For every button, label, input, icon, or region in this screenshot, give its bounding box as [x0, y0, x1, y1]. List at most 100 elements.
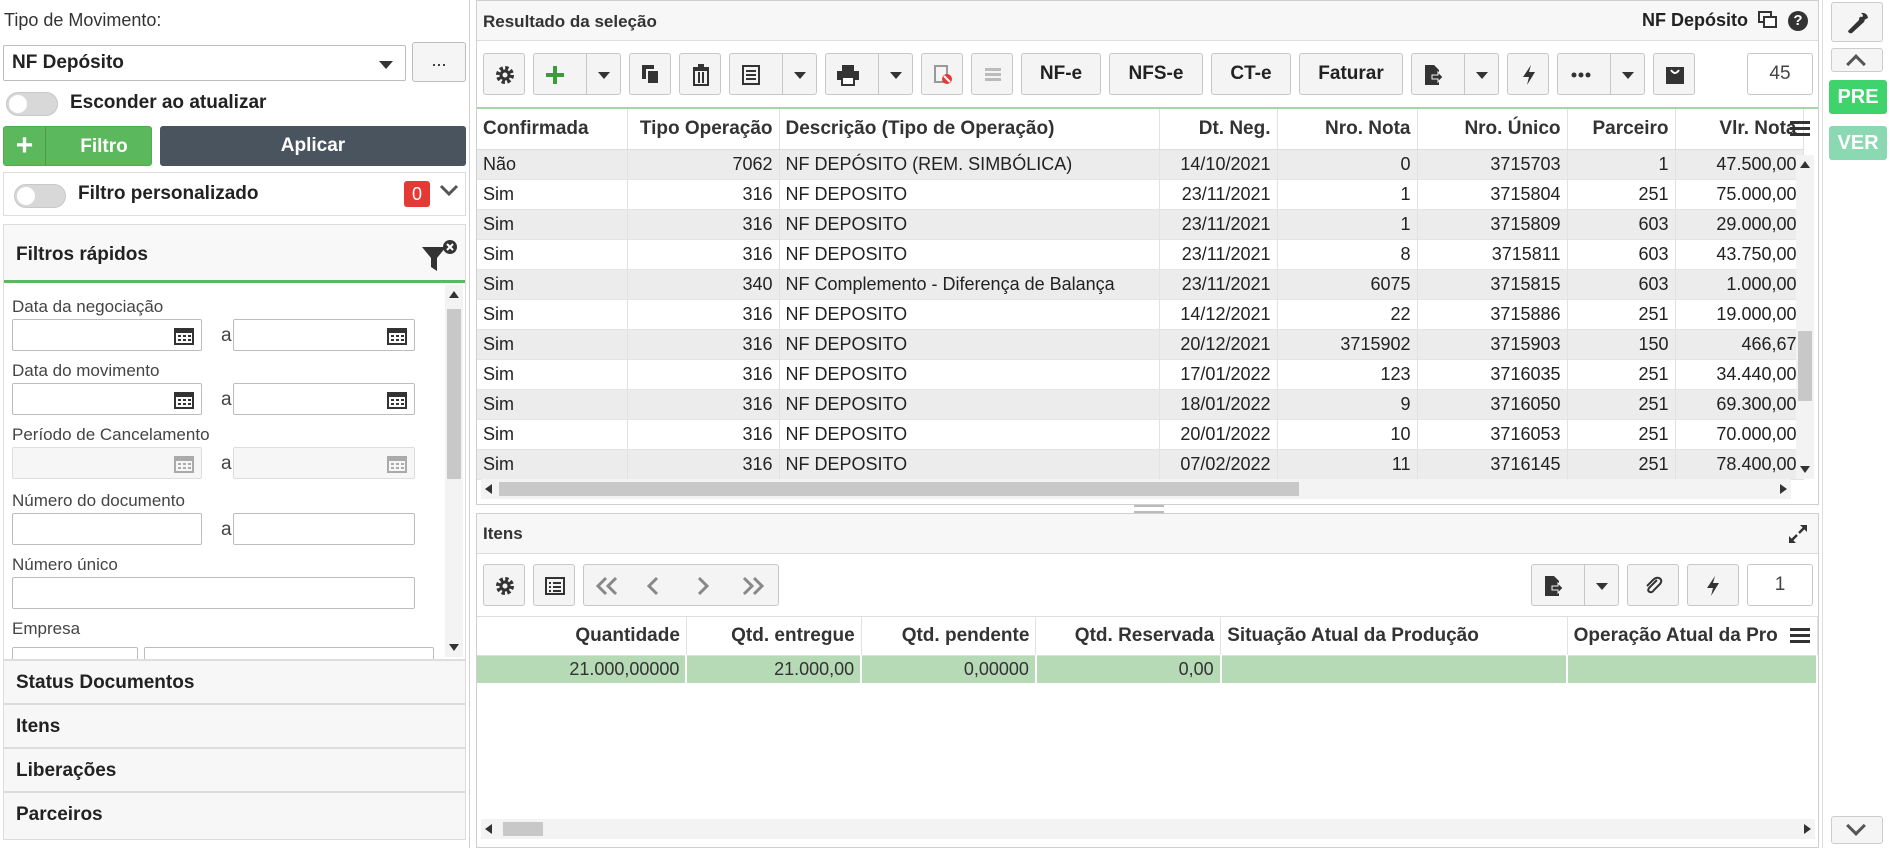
nfe-button[interactable]: NF-e — [1021, 53, 1101, 95]
periodo-cancelamento-inicio-input[interactable] — [12, 447, 202, 479]
data-movimento-inicio-input[interactable] — [12, 383, 202, 415]
attachment-button[interactable] — [1627, 564, 1679, 606]
scrollbar-thumb[interactable] — [1798, 331, 1812, 401]
print-button[interactable] — [825, 53, 913, 95]
itens-export-dropdown-caret[interactable] — [1584, 565, 1618, 605]
scroll-left-icon[interactable] — [485, 484, 492, 494]
scroll-up-icon[interactable] — [449, 291, 459, 298]
cancel-document-button[interactable] — [921, 53, 963, 95]
data-negociacao-fim-input[interactable] — [233, 319, 415, 351]
window-copy-icon[interactable] — [1758, 11, 1778, 34]
clear-filter-funnel-icon[interactable] — [420, 239, 458, 282]
table-row[interactable]: 21.000,00000 21.000,00 0,00000 0,00 — [477, 655, 1818, 683]
stack-button[interactable] — [971, 53, 1013, 95]
settings-button[interactable] — [483, 53, 525, 95]
empresa-code-input[interactable] — [12, 647, 138, 659]
splitter-grip[interactable] — [1134, 505, 1164, 513]
tipo-movimento-select[interactable]: NF Depósito — [3, 45, 406, 81]
calendar-icon[interactable] — [174, 391, 194, 414]
itens-settings-button[interactable] — [483, 564, 525, 606]
itens-export-button[interactable] — [1531, 564, 1619, 606]
table-row[interactable]: Sim 316 NF DEPOSITO 23/11/2021 1 3715809 603 29… — [477, 209, 1804, 240]
column-header-vlr-nota[interactable]: Vlr. Nota — [1675, 109, 1804, 150]
export-button[interactable] — [1411, 53, 1499, 95]
accordion-liberacoes[interactable]: Liberações — [3, 748, 466, 792]
scrollbar-thumb[interactable] — [503, 822, 543, 836]
tipo-movimento-more-button[interactable]: ... — [412, 42, 466, 82]
layout-dropdown-caret[interactable] — [782, 54, 816, 94]
expand-icon[interactable] — [1788, 524, 1808, 549]
itens-actions-button[interactable] — [1687, 564, 1739, 606]
previous-page-icon[interactable] — [644, 575, 662, 597]
print-dropdown-caret[interactable] — [878, 54, 912, 94]
tools-button[interactable] — [1831, 2, 1883, 42]
column-header-situacao-producao[interactable]: Situação Atual da Produção — [1220, 617, 1568, 656]
grid-horizontal-scrollbar[interactable] — [481, 479, 1791, 499]
ver-button[interactable]: VER — [1829, 126, 1887, 160]
column-header-dt-neg[interactable]: Dt. Neg. — [1159, 109, 1278, 150]
numero-documento-inicio-input[interactable] — [12, 513, 202, 545]
column-header-qtd-reservada[interactable]: Qtd. Reservada — [1035, 617, 1222, 656]
bag-button[interactable] — [1653, 53, 1695, 95]
column-header-qtd-entregue[interactable]: Qtd. entregue — [686, 617, 862, 656]
duplicate-button[interactable] — [629, 53, 671, 95]
table-row[interactable]: Sim 340 NF Complemento - Diferença de Bala… — [477, 269, 1804, 300]
layout-button[interactable] — [729, 53, 817, 95]
column-header-tipo-operacao[interactable]: Tipo Operação — [627, 109, 780, 150]
table-row[interactable]: Sim 316 NF DEPOSITO 20/01/2022 10 3716053 251 7… — [477, 419, 1804, 450]
table-row[interactable]: Sim 316 NF DEPOSITO 23/11/2021 8 3715811 603 43… — [477, 239, 1804, 270]
last-page-icon[interactable] — [740, 575, 766, 597]
column-menu-icon[interactable] — [1790, 119, 1810, 142]
faturar-button[interactable]: Faturar — [1299, 53, 1403, 95]
scroll-down-icon[interactable] — [1800, 466, 1810, 473]
grid-vertical-scrollbar[interactable] — [1796, 155, 1814, 479]
help-icon[interactable]: ? — [1788, 11, 1808, 31]
table-row[interactable]: Sim 316 NF DEPOSITO 14/12/2021 22 3715886 251 1… — [477, 299, 1804, 330]
calendar-icon[interactable] — [387, 327, 407, 350]
scroll-up-icon[interactable] — [1800, 161, 1810, 168]
table-row[interactable]: Sim 316 NF DEPOSITO 07/02/2022 11 3716145 251 7… — [477, 449, 1804, 480]
actions-button[interactable] — [1507, 53, 1549, 95]
filtro-personalizado-toggle[interactable] — [14, 184, 66, 208]
column-header-nro-unico[interactable]: Nro. Único — [1417, 109, 1568, 150]
itens-horizontal-scrollbar[interactable] — [481, 819, 1815, 839]
table-row[interactable]: Sim 316 NF DEPOSITO 23/11/2021 1 3715804 251 75… — [477, 179, 1804, 210]
scroll-down-icon[interactable] — [449, 644, 459, 651]
itens-page-size-input[interactable]: 1 — [1747, 564, 1813, 606]
column-header-qtd-pendente[interactable]: Qtd. pendente — [861, 617, 1037, 656]
scrollbar-thumb[interactable] — [499, 482, 1299, 496]
cte-button[interactable]: CT-e — [1211, 53, 1291, 95]
filtros-rapidos-header[interactable]: Filtros rápidos — [4, 225, 465, 283]
more-dropdown-caret[interactable] — [1610, 54, 1644, 94]
delete-button[interactable] — [679, 53, 721, 95]
scroll-left-icon[interactable] — [485, 824, 492, 834]
itens-column-menu-icon[interactable] — [1790, 626, 1810, 649]
add-dropdown-caret[interactable] — [586, 54, 620, 94]
scroll-right-icon[interactable] — [1780, 484, 1787, 494]
export-dropdown-caret[interactable] — [1464, 54, 1498, 94]
column-header-descricao[interactable]: Descrição (Tipo de Operação) — [779, 109, 1160, 150]
numero-documento-fim-input[interactable] — [233, 513, 415, 545]
empresa-name-input[interactable] — [144, 647, 434, 659]
calendar-icon[interactable] — [387, 391, 407, 414]
table-row[interactable]: Sim 316 NF DEPOSITO 18/01/2022 9 3716050 251 69… — [477, 389, 1804, 420]
chevron-down-icon[interactable] — [438, 181, 460, 205]
nfse-button[interactable]: NFS-e — [1109, 53, 1203, 95]
column-header-quantidade[interactable]: Quantidade — [477, 617, 687, 656]
column-header-operacao-producao[interactable]: Operação Atual da Pro — [1567, 617, 1818, 656]
table-row[interactable]: Sim 316 NF DEPOSITO 17/01/2022 123 3716035 251… — [477, 359, 1804, 390]
pre-button[interactable]: PRE — [1829, 80, 1887, 114]
accordion-itens[interactable]: Itens — [3, 704, 466, 748]
column-header-confirmada[interactable]: Confirmada — [477, 109, 628, 150]
column-header-nro-nota[interactable]: Nro. Nota — [1277, 109, 1418, 150]
numero-unico-input[interactable] — [12, 577, 415, 609]
accordion-parceiros[interactable]: Parceiros — [3, 792, 466, 840]
more-options-button[interactable] — [1557, 53, 1645, 95]
next-page-icon[interactable] — [694, 575, 712, 597]
add-record-button[interactable] — [533, 53, 621, 95]
column-header-parceiro[interactable]: Parceiro — [1567, 109, 1676, 150]
data-movimento-fim-input[interactable] — [233, 383, 415, 415]
accordion-status-documentos[interactable]: Status Documentos — [3, 660, 466, 704]
scrollbar-thumb[interactable] — [447, 309, 461, 479]
filtros-rapidos-scrollbar[interactable] — [445, 285, 463, 657]
